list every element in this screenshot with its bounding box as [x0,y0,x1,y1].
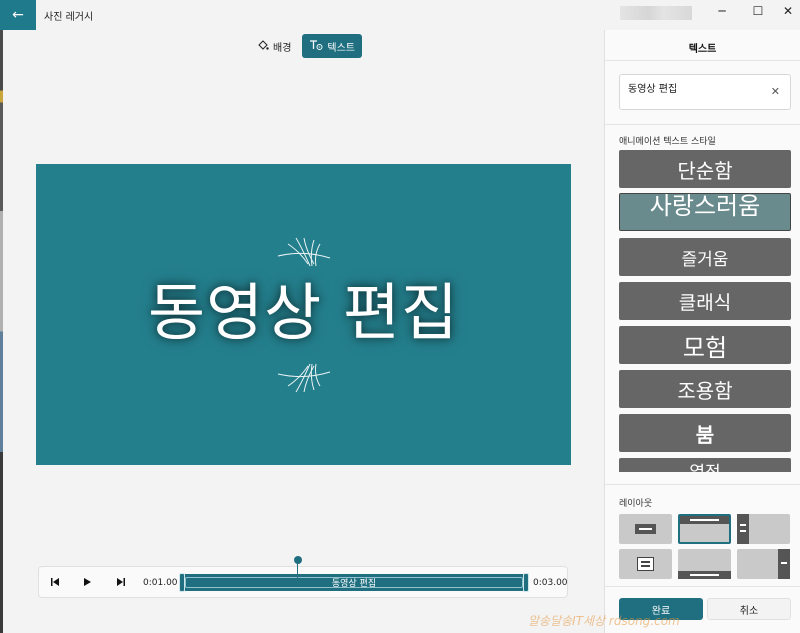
text-mode-label: 텍스트 [327,42,356,54]
layout-top-band[interactable] [678,514,731,544]
panel-title: 텍스트 [688,44,717,55]
style-tile-passion[interactable]: 열정 [619,458,791,472]
timeline-bar: 0:01.00 동영상 편집 0:03.00 [38,566,568,598]
text-mode-button[interactable]: 텍스트 [302,34,363,58]
paint-bucket-icon [257,39,269,54]
back-button[interactable]: ← [0,0,36,30]
mode-toggle: 배경 텍스트 [250,34,363,58]
style-tile-lovely[interactable]: 사랑스러움 [619,193,791,231]
playhead-handle[interactable] [294,556,302,564]
next-frame-icon [116,577,126,590]
previous-frame-button[interactable] [47,575,63,591]
playhead-line [297,561,298,583]
layout-center-box[interactable] [619,514,672,544]
title-bar: ← 사진 레거시 ─ ☐ ✕ [0,0,800,30]
start-time: 0:01.00 [143,578,178,588]
layout-left-side[interactable] [737,514,790,544]
minimize-button[interactable]: ─ [704,0,740,22]
end-time: 0:03.00 [533,578,568,588]
video-preview-canvas: 동영상 편집 [36,164,571,465]
cancel-button[interactable]: 취소 [707,598,791,620]
clear-text-icon[interactable]: ✕ [771,85,780,98]
top-ornament-icon [277,237,331,267]
style-tile-adventure[interactable]: 모험 [619,326,791,364]
watermark: 알송달송IT세상 rdsong.com [528,614,680,628]
desktop-edge-strip [0,30,3,633]
style-tile-calm[interactable]: 조용함 [619,370,791,408]
style-tile-label: 즐거움 [681,249,729,270]
style-tile-label: 붐 [695,422,715,447]
back-arrow-icon: ← [12,7,24,23]
style-tile-label: 모험 [682,333,728,362]
clip-label: 동영상 편집 [331,579,377,589]
text-clip-range[interactable]: 동영상 편집 [179,573,529,592]
app-title: 사진 레거시 [44,12,94,23]
style-tile-joyful[interactable]: 즐거움 [619,238,791,276]
layout-center-outline[interactable] [619,549,672,579]
style-tile-classic[interactable]: 클래식 [619,282,791,320]
text-input-field[interactable]: 동영상 편집 ✕ [619,74,791,110]
panel-divider [605,124,800,125]
layout-bottom-band[interactable] [678,549,731,579]
style-tile-label: 단순함 [677,158,733,183]
canvas-title-text[interactable]: 동영상 편집 [36,282,571,344]
styles-section-label: 애니메이션 텍스트 스타일 [619,137,716,147]
layout-section-label: 레이아웃 [619,499,653,509]
background-mode-button[interactable]: 배경 [250,34,298,58]
style-tile-label: 사랑스러움 [649,192,761,220]
next-frame-button[interactable] [113,575,129,591]
style-tile-label: 클래식 [678,291,732,314]
style-tile-simple[interactable]: 단순함 [619,150,791,188]
play-icon [82,577,92,590]
previous-frame-icon [50,577,60,590]
play-button[interactable] [79,575,95,591]
layout-right-side[interactable] [737,549,790,579]
style-tile-label: 조용함 [677,378,733,403]
bottom-ornament-icon [277,363,331,393]
style-tile-boom[interactable]: 붐 [619,414,791,452]
text-input-value: 동영상 편집 [628,84,678,95]
background-mode-label: 배경 [273,42,292,54]
blurred-account-area [620,6,692,20]
style-tile-label: 열정 [689,458,720,472]
panel-divider [605,586,800,587]
animated-styles-list: 단순함 사랑스러움 즐거움 클래식 모험 조용함 붐 열정 [619,150,791,472]
text-panel: 텍스트 동영상 편집 ✕ 애니메이션 텍스트 스타일 단순함 사랑스러움 즐거움… [604,30,800,633]
text-icon [309,39,323,54]
panel-divider [605,484,800,485]
maximize-icon: ☐ [752,4,764,18]
close-icon: ✕ [782,4,794,18]
close-button[interactable]: ✕ [770,0,800,22]
panel-divider [605,60,800,61]
minimize-icon: ─ [718,4,726,18]
